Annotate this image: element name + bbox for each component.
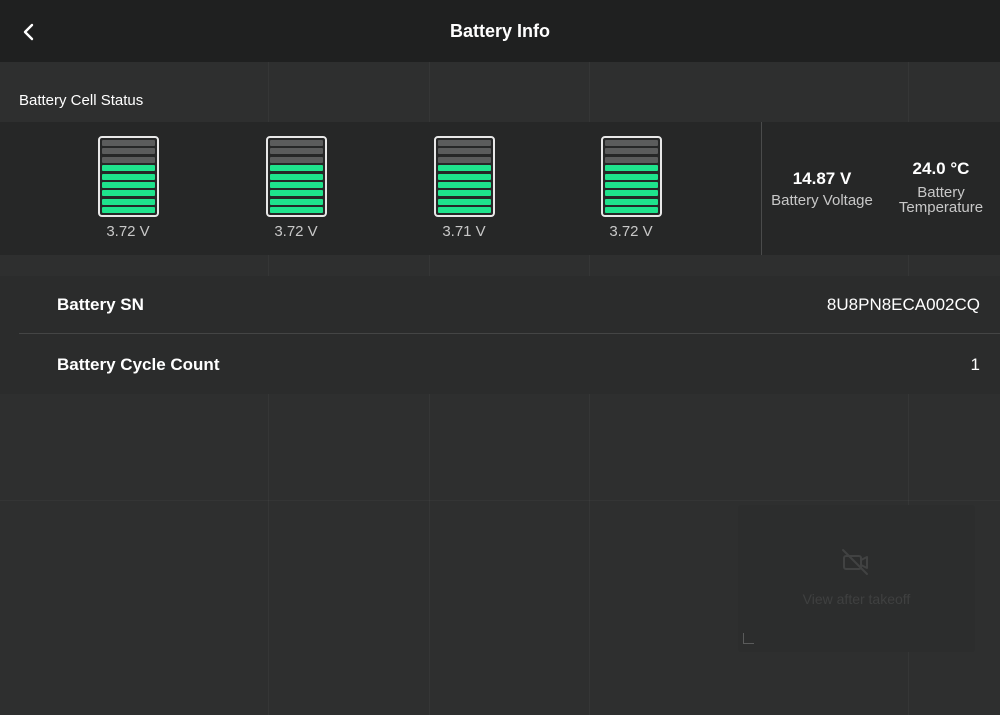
battery-cell-icon (600, 136, 662, 217)
cell-segment-empty (101, 148, 155, 155)
cell-voltage: 3.72 V (609, 223, 653, 240)
battery-cell: 3.72 V (581, 136, 681, 240)
battery-cell: 3.72 V (246, 136, 346, 240)
cell-segment-full (437, 181, 491, 188)
cell-segment-empty (604, 140, 658, 146)
cell-segment-full (101, 198, 155, 205)
camera-off-icon (842, 549, 868, 575)
chevron-left-icon (23, 23, 34, 41)
cell-voltage: 3.72 V (106, 223, 150, 240)
battery-cell-icon (265, 136, 327, 217)
cell-segment-full (437, 207, 491, 213)
cell-segment-full (101, 173, 155, 180)
battery-cell: 3.71 V (414, 136, 514, 240)
cell-segment-empty (269, 140, 323, 146)
cell-segment-full (269, 165, 323, 172)
info-row-cycle-count: Battery Cycle Count 1 (0, 336, 1000, 394)
cell-segment-empty (437, 148, 491, 155)
top-bar: Battery Info (0, 0, 1000, 62)
cell-segment-empty (437, 140, 491, 146)
row-divider (19, 333, 1000, 334)
cell-segment-full (269, 207, 323, 213)
battery-cell: 3.72 V (78, 136, 178, 240)
info-row-value: 1 (970, 355, 980, 374)
cell-segment-full (604, 165, 658, 172)
cell-segment-empty (604, 148, 658, 155)
cell-segment-full (269, 198, 323, 205)
cell-segment-full (101, 207, 155, 213)
cell-segment-empty (269, 148, 323, 155)
page-title: Battery Info (449, 20, 550, 41)
cell-segment-full (437, 190, 491, 197)
cell-segment-empty (101, 156, 155, 163)
cell-segment-empty (269, 156, 323, 163)
cell-segment-full (437, 165, 491, 172)
back-button[interactable] (12, 15, 46, 49)
cell-segment-full (604, 198, 658, 205)
battery-cell-icon (97, 136, 159, 217)
info-row-label: Battery SN (57, 295, 144, 314)
resize-corner-icon[interactable] (743, 633, 754, 644)
info-row-battery-sn: Battery SN 8U8PN8ECA002CQ (0, 276, 1000, 334)
camera-preview-text: View after takeoff (802, 591, 911, 607)
cell-segment-full (269, 181, 323, 188)
camera-preview-window[interactable]: View after takeoff (738, 505, 975, 652)
section-label-cell-status: Battery Cell Status (19, 92, 144, 109)
info-row-value: 8U8PN8ECA002CQ (826, 295, 980, 314)
cell-status-panel: 3.72 V 3.72 V 3.71 V 3.72 V 14.87 V Batt… (0, 122, 1000, 255)
cell-segment-full (101, 190, 155, 197)
cell-segment-full (269, 190, 323, 197)
cells-area: 3.72 V 3.72 V 3.71 V 3.72 V (0, 122, 761, 255)
cell-segment-full (604, 190, 658, 197)
cell-segment-full (604, 207, 658, 213)
cell-segment-full (437, 198, 491, 205)
battery-voltage-value: 14.87 V (792, 169, 852, 188)
cell-segment-full (437, 173, 491, 180)
cell-segment-full (101, 181, 155, 188)
battery-temperature-label-line1: Battery (917, 183, 965, 201)
battery-info-list: Battery SN 8U8PN8ECA002CQ Battery Cycle … (0, 276, 1000, 394)
cell-voltage: 3.72 V (274, 223, 318, 240)
cell-segment-full (101, 165, 155, 172)
cell-voltage: 3.71 V (442, 223, 486, 240)
battery-voltage-stat: 14.87 V Battery Voltage (762, 122, 882, 255)
battery-voltage-label: Battery Voltage (771, 192, 873, 209)
battery-temperature-label-line2: Temperature (898, 198, 984, 216)
cell-segment-empty (437, 156, 491, 163)
cell-segment-empty (604, 156, 658, 163)
cell-segment-full (604, 173, 658, 180)
cell-segment-full (269, 173, 323, 180)
battery-temperature-value: 24.0 °C (912, 158, 970, 178)
cell-segment-full (604, 181, 658, 188)
battery-temperature-stat: 24.0 °C Battery Temperature (882, 122, 1000, 255)
battery-cell-icon (433, 136, 495, 217)
cell-segment-empty (101, 140, 155, 146)
info-row-label: Battery Cycle Count (57, 355, 220, 374)
